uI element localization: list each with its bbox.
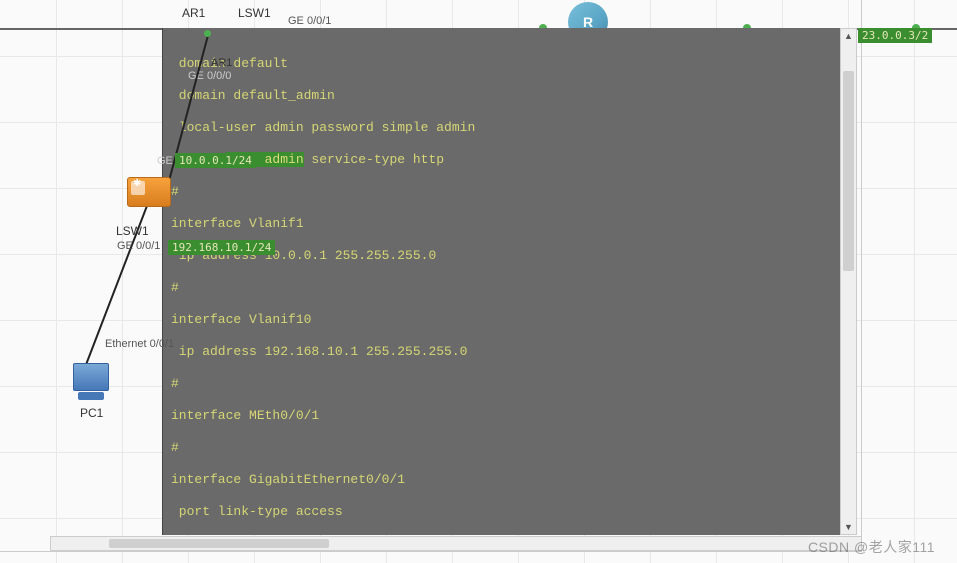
ip-address-tag: 23.0.0.3/2 xyxy=(858,28,932,43)
device-label-ar1-bg: AR1 xyxy=(211,57,232,69)
ip-address-tag: 10.0.0.1/24 xyxy=(175,153,256,168)
port-label: Ethernet 0/0/1 xyxy=(105,338,174,350)
terminal-scrollbar-vertical[interactable]: ▲ ▼ xyxy=(840,28,857,535)
cli-line: port link-type access xyxy=(171,504,343,519)
scrollbar-up-icon[interactable]: ▲ xyxy=(844,31,853,41)
canvas-scrollbar-horizontal[interactable] xyxy=(50,536,862,551)
cli-line: local-user admin password simple admin xyxy=(171,120,475,135)
scrollbar-thumb[interactable] xyxy=(843,71,854,271)
cli-line: # xyxy=(171,376,179,391)
scrollbar-down-icon[interactable]: ▼ xyxy=(844,522,853,532)
device-label-ar1: AR1 xyxy=(182,6,205,20)
port-label: GE 0/0/1 xyxy=(288,15,331,27)
cli-line: interface Vlanif10 xyxy=(171,312,311,327)
cli-line: interface GigabitEthernet0/0/1 xyxy=(171,472,405,487)
pc-monitor-icon xyxy=(73,363,109,391)
ip-address-tag: 192.168.10.1/24 xyxy=(168,240,275,255)
device-label-pc1: PC1 xyxy=(80,406,103,420)
watermark-text: CSDN @老人家111 xyxy=(808,537,935,557)
cli-line: interface Vlanif1 xyxy=(171,216,304,231)
link-endpoint-dot xyxy=(204,30,211,37)
cli-line: # xyxy=(171,280,179,295)
device-label-lsw-top: LSW1 xyxy=(238,6,271,20)
port-label: GE 0/0/1 xyxy=(117,240,160,252)
cli-line: # xyxy=(171,440,179,455)
switch-icon[interactable] xyxy=(127,177,171,207)
cli-line: ip address 192.168.10.1 255.255.255.0 xyxy=(171,344,467,359)
pc-stand-icon xyxy=(78,392,104,400)
device-label-lsw: LSW1 xyxy=(116,224,149,238)
cli-line: domain default_admin xyxy=(171,88,335,103)
scrollbar-thumb[interactable] xyxy=(109,539,329,548)
pc-icon[interactable] xyxy=(70,363,112,403)
cli-line: # xyxy=(171,184,179,199)
cli-line: interface MEth0/0/1 xyxy=(171,408,319,423)
cli-terminal[interactable]: domain default domain default_admin loca… xyxy=(162,28,840,535)
